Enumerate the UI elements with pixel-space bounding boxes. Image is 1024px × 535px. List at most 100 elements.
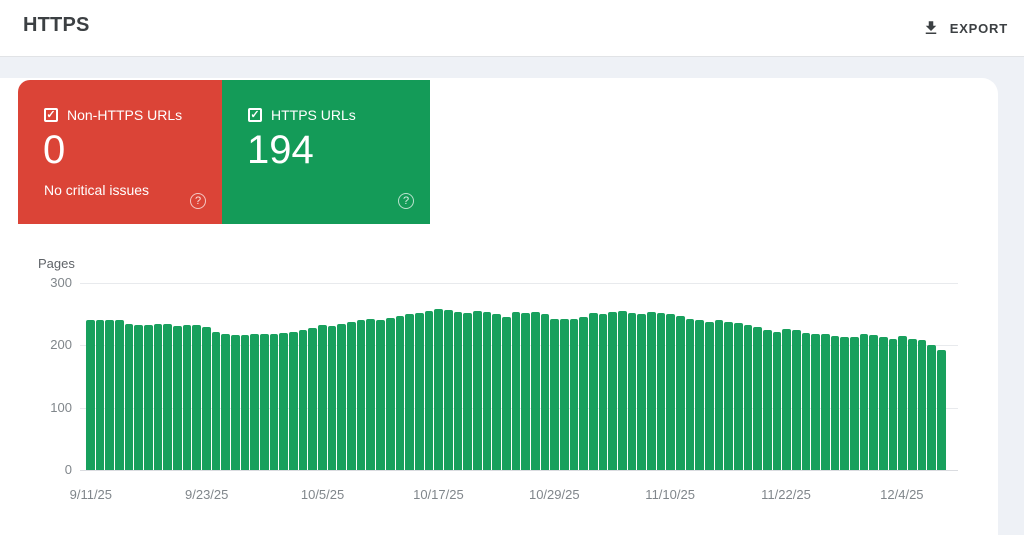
- chart-bar[interactable]: [318, 325, 327, 470]
- chart-bar[interactable]: [521, 312, 530, 470]
- chart-bar[interactable]: [888, 338, 898, 470]
- chart-bar[interactable]: [530, 311, 540, 470]
- chart-bar[interactable]: [279, 332, 289, 470]
- chart-bar[interactable]: [811, 334, 821, 470]
- card-non-https-label: Non-HTTPS URLs: [67, 107, 183, 123]
- chart-bar[interactable]: [627, 312, 637, 470]
- chart-bar[interactable]: [908, 338, 917, 470]
- chart-bar[interactable]: [192, 324, 202, 470]
- chart-bar[interactable]: [937, 349, 946, 470]
- chart-bar[interactable]: [917, 340, 927, 470]
- chart-bar[interactable]: [376, 319, 385, 470]
- card-https[interactable]: ✓ HTTPS URLs 194 ?: [222, 80, 430, 224]
- chart-bar[interactable]: [472, 311, 482, 470]
- non-https-help-icon[interactable]: ?: [190, 193, 206, 209]
- chart-bar[interactable]: [308, 327, 318, 470]
- chart-bar[interactable]: [675, 316, 685, 470]
- ytick-label: 0: [64, 462, 72, 477]
- chart-bar[interactable]: [163, 323, 173, 470]
- chart-bar[interactable]: [782, 329, 792, 470]
- chart-bar[interactable]: [821, 334, 830, 470]
- non-https-checkbox[interactable]: ✓: [44, 108, 58, 122]
- chart-bar[interactable]: [337, 323, 347, 470]
- https-help-icon[interactable]: ?: [398, 193, 414, 209]
- chart-bar[interactable]: [569, 318, 579, 470]
- chart-bar[interactable]: [260, 333, 269, 470]
- chart-bar[interactable]: [685, 318, 695, 470]
- xtick-label: 10/5/25: [300, 487, 345, 502]
- chart-bar[interactable]: [492, 314, 501, 470]
- chart-bar[interactable]: [124, 324, 134, 470]
- chart-bar[interactable]: [879, 337, 888, 470]
- chart-bar[interactable]: [115, 319, 124, 470]
- chart-bar[interactable]: [801, 332, 811, 470]
- chart-bar[interactable]: [501, 316, 511, 470]
- chart-bar[interactable]: [511, 312, 521, 470]
- chart-bar[interactable]: [540, 314, 550, 470]
- chart-bar[interactable]: [327, 326, 337, 470]
- chart-bar[interactable]: [850, 337, 859, 470]
- chart-bar[interactable]: [240, 334, 250, 470]
- chart-bar[interactable]: [453, 311, 463, 470]
- chart-bar[interactable]: [269, 334, 279, 470]
- chart-bar[interactable]: [743, 324, 753, 470]
- chart-bar[interactable]: [298, 329, 308, 470]
- chart-bar[interactable]: [869, 335, 879, 470]
- chart-bar[interactable]: [898, 336, 908, 470]
- chart-bar[interactable]: [753, 326, 763, 470]
- chart-bar[interactable]: [734, 322, 743, 470]
- chart-bar[interactable]: [424, 311, 434, 470]
- chart-bar[interactable]: [840, 336, 850, 470]
- card-https-label: HTTPS URLs: [271, 107, 356, 123]
- chart-bar[interactable]: [705, 321, 714, 470]
- chart-bar[interactable]: [231, 335, 240, 470]
- chart-bar[interactable]: [144, 324, 153, 470]
- chart-bar[interactable]: [637, 314, 646, 470]
- chart-bar[interactable]: [221, 334, 231, 470]
- chart-bar[interactable]: [347, 321, 356, 470]
- chart-bar[interactable]: [588, 312, 598, 470]
- chart-bar[interactable]: [366, 319, 376, 470]
- chart-bar[interactable]: [173, 326, 182, 470]
- chart-bar[interactable]: [656, 312, 666, 470]
- chart-bar[interactable]: [395, 316, 405, 470]
- chart-bar[interactable]: [250, 334, 260, 470]
- chart-bar[interactable]: [695, 320, 704, 470]
- chart-bar[interactable]: [153, 324, 163, 470]
- chart-bar[interactable]: [714, 320, 724, 470]
- chart-bar[interactable]: [830, 336, 840, 470]
- chart-bar[interactable]: [434, 309, 443, 470]
- chart-bar[interactable]: [608, 312, 617, 470]
- chart-bar[interactable]: [134, 324, 144, 470]
- chart-bar[interactable]: [482, 312, 492, 470]
- chart-bar[interactable]: [617, 311, 627, 470]
- chart-bar[interactable]: [405, 314, 414, 470]
- chart-bar[interactable]: [859, 334, 869, 470]
- chart-bar[interactable]: [443, 310, 453, 470]
- chart-bar[interactable]: [211, 331, 221, 470]
- chart-bar[interactable]: [724, 321, 734, 470]
- chart-bar[interactable]: [289, 331, 298, 470]
- chart-bar[interactable]: [772, 331, 782, 470]
- chart-bar[interactable]: [95, 320, 105, 470]
- chart-bar[interactable]: [463, 312, 472, 470]
- chart-bar[interactable]: [414, 312, 424, 470]
- chart-bar[interactable]: [550, 318, 559, 470]
- chart-bar[interactable]: [559, 319, 569, 470]
- chart-bar[interactable]: [579, 317, 588, 470]
- chart-bar[interactable]: [86, 319, 95, 470]
- chart-bar[interactable]: [356, 320, 366, 470]
- chart-bar[interactable]: [927, 344, 937, 470]
- export-button[interactable]: EXPORT: [922, 12, 1008, 44]
- chart-bar[interactable]: [666, 314, 675, 470]
- chart-bar[interactable]: [763, 329, 772, 470]
- card-non-https[interactable]: ✓ Non-HTTPS URLs 0 No critical issues ?: [18, 80, 222, 224]
- chart-bar[interactable]: [105, 320, 115, 470]
- chart-bar[interactable]: [202, 326, 211, 470]
- https-checkbox[interactable]: ✓: [248, 108, 262, 122]
- chart-bar[interactable]: [792, 330, 801, 470]
- chart-bar[interactable]: [598, 314, 608, 470]
- chart-bar[interactable]: [182, 325, 192, 470]
- chart-bar[interactable]: [385, 317, 395, 470]
- chart-bar[interactable]: [646, 312, 656, 470]
